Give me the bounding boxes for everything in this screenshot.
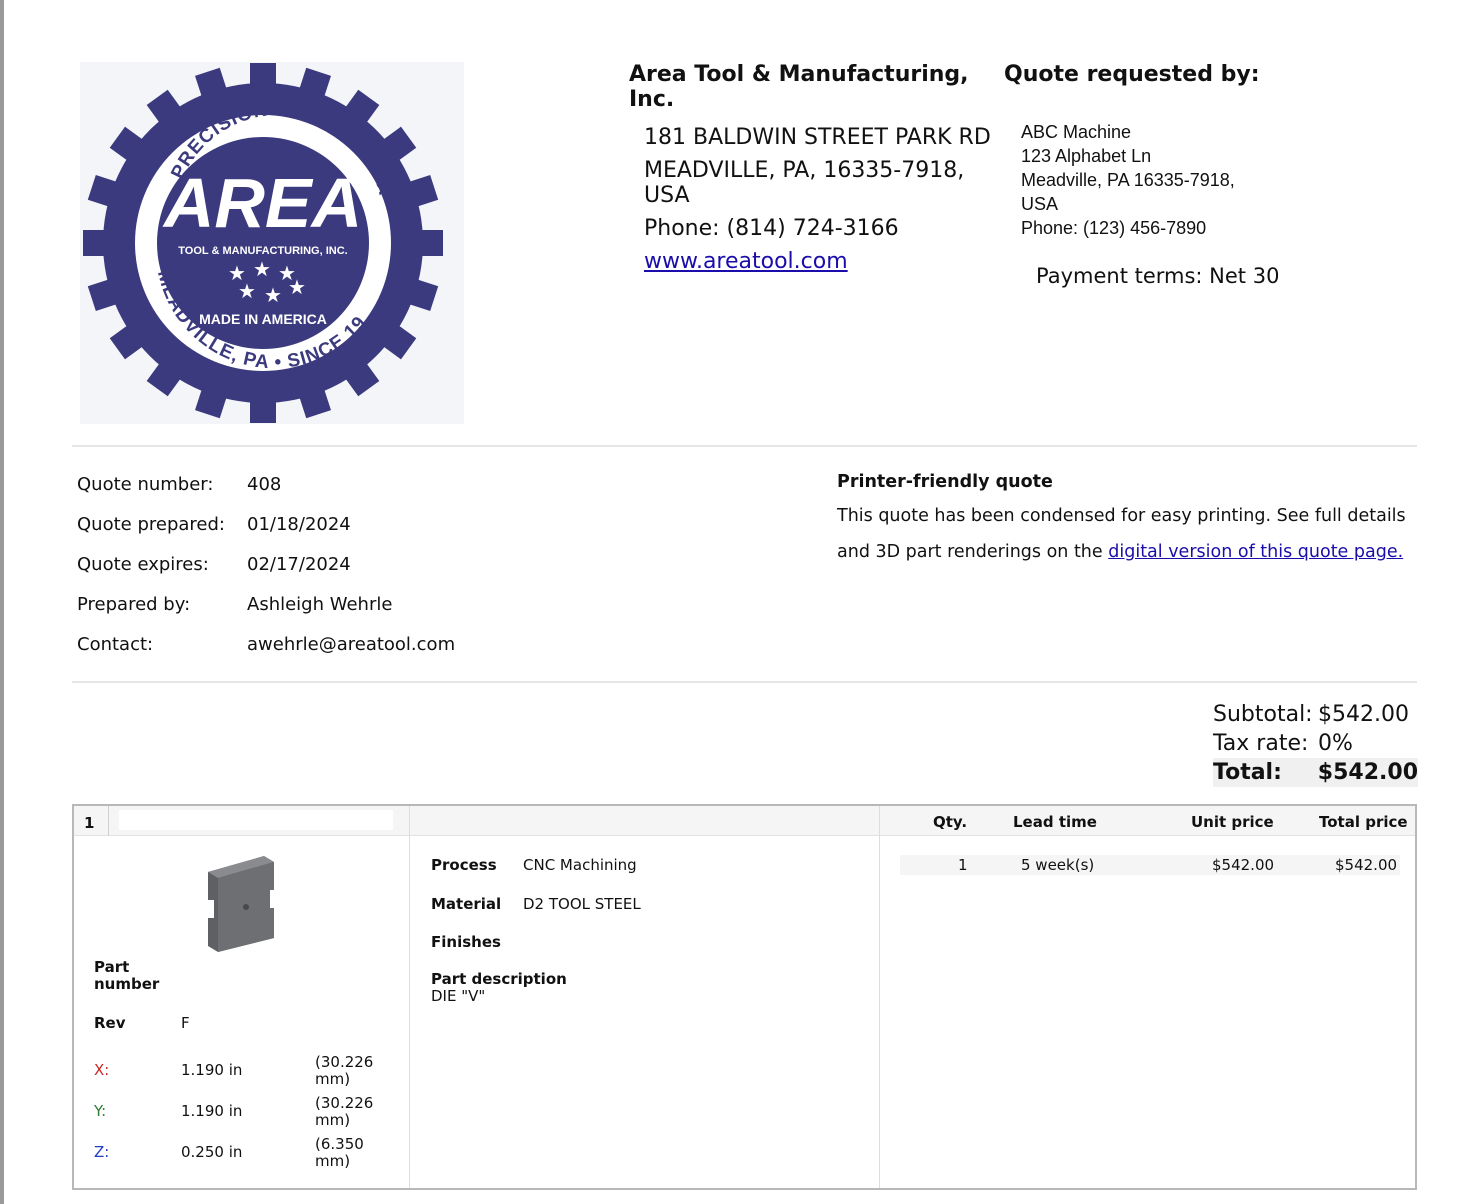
part-name-field [119, 810, 393, 830]
column-divider [879, 806, 880, 1188]
quote-expires-label: Quote expires: [77, 554, 209, 575]
part-description-label: Part description [431, 970, 567, 988]
finishes-label: Finishes [431, 933, 501, 951]
qty-header: Qty. [933, 813, 968, 831]
total-row: Total: $542.00 [1213, 758, 1418, 787]
lead-time-value: 5 week(s) [1021, 856, 1095, 874]
material-label: Material [431, 895, 502, 913]
part-index: 1 [84, 814, 95, 832]
requester-phone: Phone: (123) 456-7890 [1021, 218, 1207, 238]
divider [72, 445, 1417, 447]
quote-prepared-date: 01/18/2024 [247, 514, 351, 535]
payment-terms: Payment terms: Net 30 [1036, 264, 1280, 288]
quote-expires-row: Quote expires: 02/17/2024 [77, 552, 455, 592]
requester-city: Meadville, PA 16335-7918, [1021, 170, 1235, 190]
quote-expires-date: 02/17/2024 [247, 554, 351, 575]
requester-street: 123 Alphabet Ln [1021, 146, 1152, 166]
y-dimension-label: Y: [94, 1102, 107, 1120]
tax-value: 0% [1318, 731, 1353, 756]
z-dimension-mm: (6.350 mm) [315, 1135, 364, 1170]
part-header-row: 1 Qty. Lead time Unit price Total price [74, 806, 1415, 836]
company-website-link[interactable]: www.areatool.com [644, 249, 848, 274]
rev-label: Rev [94, 1014, 126, 1032]
prepared-by-row: Prepared by: Ashleigh Wehrle [77, 592, 455, 632]
printer-friendly-title: Printer-friendly quote [837, 472, 1053, 492]
rev-value: F [181, 1014, 190, 1032]
divider [72, 681, 1417, 683]
prepared-by: Ashleigh Wehrle [247, 594, 393, 615]
unit-price-header: Unit price [1191, 813, 1274, 831]
y-dimension-in: 1.190 in [181, 1102, 243, 1120]
company-city: MEADVILLE, PA, 16335-7918, USA [644, 158, 965, 208]
company-street: 181 BALDWIN STREET PARK RD [644, 125, 991, 150]
company-name: Area Tool & Manufacturing, Inc. [629, 62, 969, 112]
quote-details: Quote number: 408 Quote prepared: 01/18/… [77, 472, 455, 672]
total-price-header: Total price [1319, 813, 1408, 831]
total-label: Total: [1213, 760, 1282, 785]
z-dimension-label: Z: [94, 1143, 110, 1161]
qty-value: 1 [958, 856, 968, 874]
quote-prepared-label: Quote prepared: [77, 514, 225, 535]
column-divider [409, 806, 410, 1188]
left-edge-rule [0, 0, 4, 1204]
contact-row: Contact: awehrle@areatool.com [77, 632, 455, 672]
totals-block: Subtotal: $542.00 Tax rate: 0% Total: $5… [1213, 700, 1418, 787]
total-price-value: $542.00 [1335, 856, 1398, 874]
printer-friendly-note: Printer-friendly quote This quote has be… [837, 470, 1427, 570]
part-number-label: Part number [94, 958, 160, 993]
subtotal-row: Subtotal: $542.00 [1213, 700, 1418, 729]
svg-text:★: ★ [264, 283, 282, 307]
pricing-row: 1 5 week(s) $542.00 $542.00 [900, 855, 1400, 875]
svg-text:★: ★ [288, 275, 306, 299]
contact-label: Contact: [77, 634, 154, 655]
tax-label: Tax rate: [1213, 731, 1309, 756]
part-description: DIE "V" [431, 987, 486, 1005]
logo-made-text: MADE IN AMERICA [199, 311, 327, 327]
svg-text:★: ★ [253, 257, 271, 281]
svg-text:★: ★ [238, 279, 256, 303]
part-thumbnail [206, 852, 278, 956]
prepared-by-label: Prepared by: [77, 594, 191, 615]
logo-brand: AREA [162, 164, 362, 242]
z-dimension-in: 0.250 in [181, 1143, 243, 1161]
subtotal-value: $542.00 [1318, 702, 1409, 727]
requester-address: ABC Machine 123 Alphabet Ln Meadville, P… [1021, 120, 1281, 240]
company-address: 181 BALDWIN STREET PARK RD MEADVILLE, PA… [644, 125, 1004, 282]
process-value: CNC Machining [523, 856, 637, 874]
requester-country: USA [1021, 194, 1059, 214]
requester-name: ABC Machine [1021, 122, 1132, 142]
requester-title: Quote requested by: [1004, 62, 1260, 87]
unit-price-value: $542.00 [1212, 856, 1275, 874]
part-line-item: 1 Qty. Lead time Unit price Total price … [72, 804, 1417, 1190]
x-dimension-mm: (30.226 mm) [315, 1053, 374, 1088]
quote-number: 408 [247, 474, 282, 495]
material-value: D2 TOOL STEEL [523, 895, 641, 913]
quote-number-row: Quote number: 408 [77, 472, 455, 512]
process-label: Process [431, 856, 497, 874]
quote-prepared-row: Quote prepared: 01/18/2024 [77, 512, 455, 552]
contact-email: awehrle@areatool.com [247, 634, 456, 655]
logo-subtext: TOOL & MANUFACTURING, INC. [178, 245, 347, 257]
lead-time-header: Lead time [1013, 813, 1097, 831]
total-value: $542.00 [1317, 760, 1418, 785]
quote-number-label: Quote number: [77, 474, 214, 495]
header-separator [108, 806, 109, 836]
company-phone: Phone: (814) 724-3166 [644, 216, 899, 241]
subtotal-label: Subtotal: [1213, 702, 1313, 727]
digital-quote-link[interactable]: digital version of this quote page. [1108, 542, 1403, 562]
tax-row: Tax rate: 0% [1213, 729, 1418, 758]
company-logo: PRECISION MANUFACTURING MEADVILLE, PA • … [80, 62, 464, 424]
x-dimension-label: X: [94, 1061, 110, 1079]
y-dimension-mm: (30.226 mm) [315, 1094, 374, 1129]
x-dimension-in: 1.190 in [181, 1061, 243, 1079]
